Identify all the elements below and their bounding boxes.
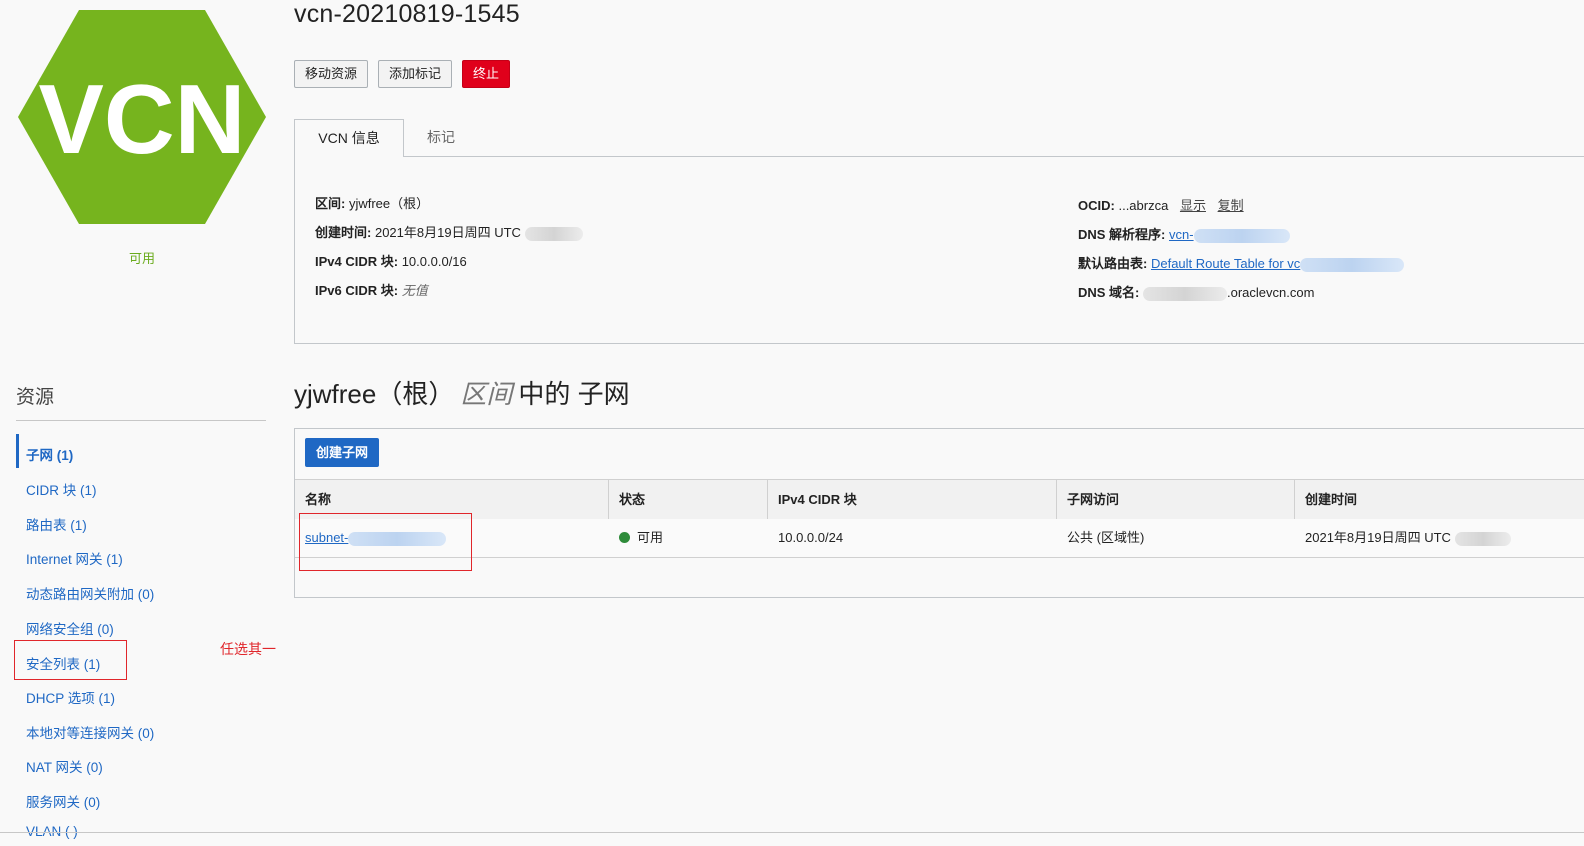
section-title: yjwfree（根） 区间 中的 子网 [294, 374, 630, 411]
table-row: subnet- 可用 10.0.0.0/24 公共 (区域性) 2021年8月1… [295, 519, 1584, 558]
dns-resolver-label: DNS 解析程序: [1078, 227, 1166, 242]
highlight-box [299, 513, 472, 571]
tab-vcn-info[interactable]: VCN 信息 [294, 119, 404, 157]
compartment-label: 区间: [315, 196, 346, 211]
route-table-row: 默认路由表: Default Route Table for vc [1078, 253, 1405, 272]
ipv6-value: 无值 [401, 283, 428, 298]
sidebar-item-dhcp-options[interactable]: DHCP 选项 (1) [26, 687, 115, 707]
terminate-button[interactable]: 终止 [462, 60, 511, 88]
add-tag-button[interactable]: 添加标记 [378, 60, 453, 88]
created-value: 2021年8月19日周四 UTC [374, 225, 521, 240]
redacted-blur [1454, 531, 1511, 546]
redacted-blur [1143, 286, 1228, 301]
move-resource-button[interactable]: 移动资源 [294, 60, 369, 88]
sidebar-item-route-tables[interactable]: 路由表 (1) [26, 514, 87, 534]
divider [16, 420, 266, 421]
sidebar-item-drg-attachments[interactable]: 动态路由网关附加 (0) [26, 583, 154, 603]
ipv4-row: IPv4 CIDR 块: 10.0.0.0/16 [315, 251, 467, 270]
ocid-value: ...abrzca [1118, 198, 1169, 213]
section-title-compartment: yjwfree（根） [294, 379, 455, 409]
annotation-note: 任选其一 [220, 641, 276, 657]
available-status-icon [619, 532, 630, 543]
created-row: 创建时间: 2021年8月19日周四 UTC [315, 222, 583, 241]
dns-domain-label: DNS 域名: [1078, 285, 1140, 300]
resources-heading: 资源 [16, 387, 55, 408]
table-header: 名称 状态 IPv4 CIDR 块 子网访问 创建时间 [295, 479, 1584, 520]
dns-resolver-row: DNS 解析程序: vcn- [1078, 224, 1290, 243]
redacted-blur [524, 226, 583, 241]
dns-domain-value: .oraclevcn.com [1227, 285, 1315, 300]
sidebar-item-nat-gateways[interactable]: NAT 网关 (0) [26, 756, 103, 776]
ipv6-row: IPv6 CIDR 块: 无值 [315, 280, 428, 299]
compartment-value: yjwfree（根） [348, 196, 430, 211]
ocid-copy-link[interactable]: 复制 [1218, 198, 1244, 213]
route-table-label: 默认路由表: [1078, 256, 1148, 271]
resource-status: 可用 [128, 251, 155, 266]
logo-text: VCN [39, 64, 246, 174]
vcn-hexagon-icon: VCN [18, 10, 266, 224]
sidebar-item-cidr-blocks[interactable]: CIDR 块 (1) [26, 479, 97, 499]
ocid-label: OCID: [1078, 198, 1115, 213]
vcn-info-panel [294, 156, 1584, 344]
section-title-italic: 区间 [460, 379, 513, 409]
page-title: vcn-20210819-1545 [294, 0, 520, 28]
route-table-link[interactable]: Default Route Table for vc [1151, 256, 1300, 271]
ocid-show-link[interactable]: 显示 [1180, 198, 1206, 213]
ipv4-label: IPv4 CIDR 块: [315, 254, 399, 269]
compartment-row: 区间: yjwfree（根） [315, 193, 429, 212]
sidebar-item-internet-gateways[interactable]: Internet 网关 (1) [26, 548, 123, 568]
ocid-row: OCID: ...abrzca 显示 复制 [1078, 195, 1244, 214]
active-indicator [16, 434, 19, 468]
created-label: 创建时间: [315, 225, 372, 240]
sidebar-item-local-peering-gateways[interactable]: 本地对等连接网关 (0) [26, 722, 154, 742]
column-header-access[interactable]: 子网访问 [1057, 480, 1295, 519]
column-header-status[interactable]: 状态 [609, 480, 768, 519]
ipv4-value: 10.0.0.0/16 [401, 254, 467, 269]
column-header-created[interactable]: 创建时间 [1295, 480, 1584, 519]
subnet-access: 公共 (区域性) [1067, 530, 1145, 545]
dns-resolver-link[interactable]: vcn- [1169, 227, 1194, 242]
highlight-box [14, 640, 127, 680]
sidebar-item-service-gateways[interactable]: 服务网关 (0) [26, 791, 100, 811]
create-subnet-button[interactable]: 创建子网 [305, 438, 380, 467]
subnet-created-cell: 2021年8月19日周四 UTC [1295, 519, 1584, 557]
redacted-blur [1193, 228, 1290, 243]
subnet-cidr: 10.0.0.0/24 [778, 530, 844, 545]
tab-tags[interactable]: 标记 [404, 119, 478, 157]
subnet-status-cell: 可用 [609, 519, 768, 557]
column-header-cidr[interactable]: IPv4 CIDR 块 [768, 480, 1057, 519]
dns-domain-row: DNS 域名: .oraclevcn.com [1078, 282, 1314, 301]
redacted-blur [1300, 257, 1405, 272]
vcn-logo: VCN [16, 8, 268, 226]
subnet-created: 2021年8月19日周四 UTC [1305, 530, 1451, 545]
subnet-status: 可用 [637, 530, 664, 545]
ipv6-label: IPv6 CIDR 块: [315, 283, 399, 298]
sidebar-item-nsgs[interactable]: 网络安全组 (0) [26, 618, 114, 638]
divider [0, 832, 1584, 833]
section-title-rest: 中的 子网 [518, 379, 630, 409]
sidebar-item-subnets[interactable]: 子网 (1) [26, 444, 73, 464]
